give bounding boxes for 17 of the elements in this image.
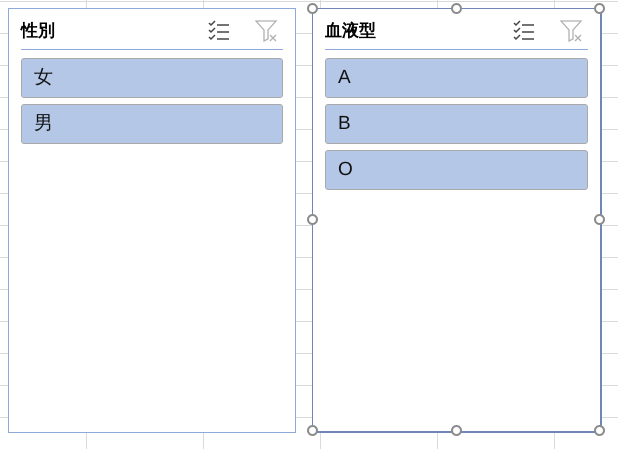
resize-handle[interactable] (307, 214, 318, 225)
resize-handle[interactable] (307, 425, 318, 436)
slicer-title: 血液型 (325, 20, 377, 42)
multi-select-icon[interactable] (207, 19, 231, 43)
slicer-item[interactable]: A (325, 58, 588, 98)
multi-select-icon[interactable] (512, 19, 536, 43)
resize-handle[interactable] (594, 3, 605, 14)
resize-handle[interactable] (594, 214, 605, 225)
resize-handle[interactable] (450, 3, 462, 14)
slicer-item[interactable]: O (325, 150, 588, 190)
slicer-title: 性別 (21, 20, 56, 42)
slicer-item[interactable]: 男 (21, 104, 283, 144)
slicer-item[interactable]: B (325, 104, 588, 144)
resize-handle[interactable] (307, 3, 318, 14)
resize-handle[interactable] (594, 425, 605, 436)
slicer-item[interactable]: 女 (21, 58, 283, 98)
resize-handle[interactable] (450, 425, 462, 436)
